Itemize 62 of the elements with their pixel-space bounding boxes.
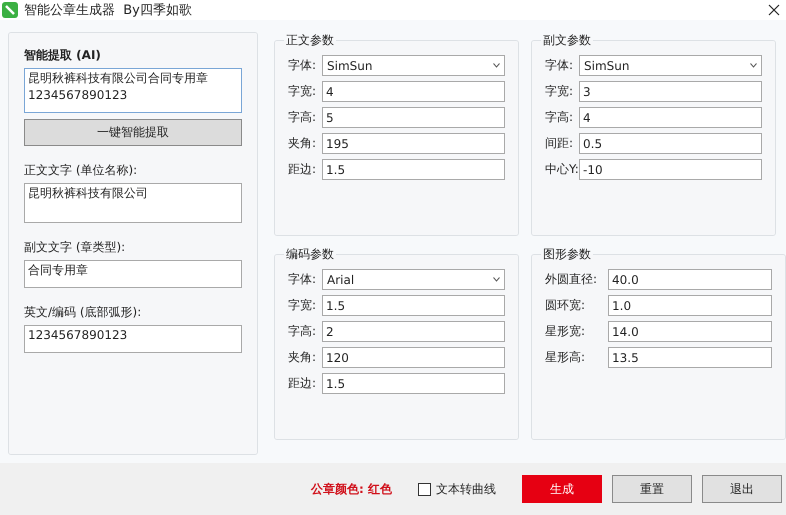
close-icon[interactable] (768, 4, 780, 16)
curve-text-checkbox[interactable]: 文本转曲线 (418, 480, 496, 498)
text-field[interactable]: 合同专用章 (24, 260, 242, 288)
input-field[interactable]: 1.5 (322, 295, 505, 316)
group-title: 副文参数 (542, 32, 592, 49)
extract-button[interactable]: 一键智能提取 (24, 119, 242, 146)
field-label: 外圆直径: (545, 271, 598, 288)
input-field[interactable]: 120 (322, 347, 505, 368)
field-label: 字宽: (545, 83, 574, 100)
field-label: 字高: (545, 109, 574, 126)
field-label: 距边: (288, 375, 318, 392)
input-field[interactable]: -10 (579, 159, 762, 180)
field-label: 夹角: (288, 349, 318, 366)
group-title: 正文参数 (285, 32, 335, 49)
text-field[interactable]: 1234567890123 (24, 325, 242, 353)
font-dropdown[interactable]: SimSun (322, 55, 505, 76)
chevron-icon (493, 63, 500, 68)
input-field[interactable]: 1.5 (322, 373, 505, 394)
font-dropdown[interactable]: Arial (322, 269, 505, 290)
field-label: 圆环宽: (545, 297, 586, 314)
field-label: 字高: (288, 109, 318, 126)
field-label: 星形宽: (545, 323, 586, 340)
input-field[interactable]: 4 (579, 107, 762, 128)
group-title: 图形参数 (542, 246, 592, 263)
input-field[interactable]: 3 (579, 81, 762, 102)
input-field[interactable]: 195 (322, 133, 505, 154)
input-field[interactable]: 13.5 (608, 347, 772, 368)
field-label: 字体: (288, 271, 318, 288)
section-title: 智能提取 (AI) (24, 47, 102, 64)
input-field[interactable]: 4 (322, 81, 505, 102)
seal-color-label: 公章颜色: 红色 (311, 480, 392, 498)
input-field[interactable]: 0.5 (579, 133, 762, 154)
field-label: 副文文字 (章类型): (24, 239, 126, 256)
input-field[interactable]: 14.0 (608, 321, 772, 342)
field-label: 星形高: (545, 349, 586, 366)
field-label: 字体: (288, 57, 318, 74)
font-dropdown[interactable]: SimSun (579, 55, 762, 76)
input-field[interactable]: 5 (322, 107, 505, 128)
generate-button[interactable]: 生成 (522, 475, 602, 503)
field-label: 间距: (545, 135, 574, 152)
ai-input-field[interactable]: 昆明秋裤科技有限公司合同专用章 1234567890123 (24, 68, 242, 113)
field-label: 字体: (545, 57, 574, 74)
field-label: 距边: (288, 161, 318, 178)
field-label: 英文/编码 (底部弧形): (24, 304, 142, 321)
window-title: 智能公章生成器 By四季如歌 (24, 2, 192, 19)
field-label: 中心Y: (545, 161, 579, 178)
footer-button[interactable]: 重置 (612, 475, 692, 503)
field-label: 字宽: (288, 83, 318, 100)
input-field[interactable]: 1.5 (322, 159, 505, 180)
input-field[interactable]: 1.0 (608, 295, 772, 316)
field-label: 字高: (288, 323, 318, 340)
checkbox-icon[interactable] (418, 482, 431, 496)
field-label: 夹角: (288, 135, 318, 152)
field-label: 字宽: (288, 297, 318, 314)
input-field[interactable]: 2 (322, 321, 505, 342)
field-label: 正文文字 (单位名称): (24, 162, 138, 179)
chevron-icon (493, 277, 500, 282)
chevron-icon (750, 63, 757, 68)
input-field[interactable]: 40.0 (608, 269, 772, 290)
group-title: 编码参数 (285, 246, 335, 263)
text-field[interactable]: 昆明秋裤科技有限公司 (24, 183, 242, 223)
footer-button[interactable]: 退出 (702, 475, 782, 503)
